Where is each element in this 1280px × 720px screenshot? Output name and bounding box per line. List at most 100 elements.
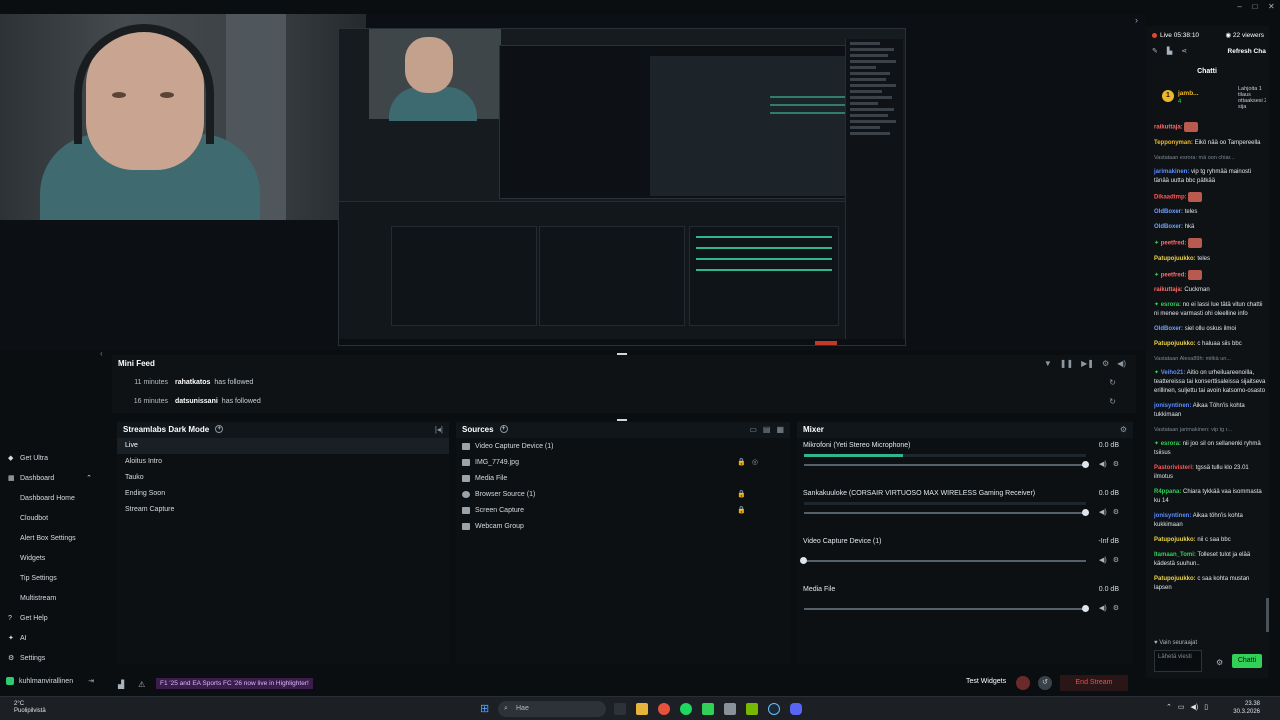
scene-item[interactable]: Tauko xyxy=(117,470,449,486)
chat-username[interactable]: peetfred: xyxy=(1161,241,1187,247)
chat-username[interactable]: Patupojuukko: xyxy=(1154,576,1196,582)
folder-icon[interactable]: ▤ xyxy=(763,425,771,434)
streamlabs-icon[interactable] xyxy=(702,703,714,715)
stream-preview[interactable] xyxy=(0,14,1146,350)
performance-icon[interactable]: ▟ xyxy=(118,680,124,689)
logout-icon[interactable]: ⇥ xyxy=(88,677,94,685)
speaker-icon[interactable]: ◀) xyxy=(1099,604,1107,612)
chat-username[interactable]: jonisyntinen: xyxy=(1154,403,1191,409)
file-explorer-icon[interactable] xyxy=(636,703,648,715)
resize-handle[interactable] xyxy=(617,419,627,421)
source-item[interactable]: Video Capture Device (1) xyxy=(456,438,790,454)
gear-icon[interactable]: ⚙ xyxy=(1113,460,1119,468)
nav-dashboard-home[interactable]: Dashboard Home xyxy=(0,488,100,508)
source-item[interactable]: IMG_7749.jpg 🔒 ◎ xyxy=(456,454,790,470)
chat-send-button[interactable]: Chatti xyxy=(1232,654,1262,668)
chat-username[interactable]: jonisyntinen: xyxy=(1154,513,1191,519)
chat-username[interactable]: OldBoxer: xyxy=(1154,224,1183,230)
filter-icon[interactable]: ▼ xyxy=(1044,359,1052,368)
scroll-thumb[interactable] xyxy=(1266,598,1269,632)
taskbar-search[interactable]: ⌕ Hae xyxy=(498,701,606,717)
mixer-settings-icon[interactable]: ⚙ xyxy=(1120,425,1127,434)
gear-icon[interactable]: ⚙ xyxy=(1113,604,1119,612)
steam-icon[interactable] xyxy=(768,703,780,715)
nav-get-help[interactable]: ? Get Help xyxy=(0,608,100,628)
chevron-up-icon[interactable]: ⌃ xyxy=(1166,703,1172,711)
alert-icon[interactable]: ⚠ xyxy=(138,680,145,689)
nav-dashboard[interactable]: ▦ Dashboard ⌃ xyxy=(0,468,100,488)
chat-username[interactable]: Itamaan_Tomi: xyxy=(1154,552,1196,558)
taskbar-clock[interactable]: 23.38 30.3.2026 xyxy=(1230,700,1260,716)
group-icon[interactable]: ▭ xyxy=(749,425,757,434)
chat-username[interactable]: Pastorivisteri: xyxy=(1154,465,1194,471)
chat-username[interactable]: Tepponyman: xyxy=(1154,140,1193,146)
nvidia-icon[interactable] xyxy=(746,703,758,715)
chat-username[interactable]: Veiho21: xyxy=(1161,370,1186,376)
chat-scrollbar[interactable] xyxy=(1266,28,1269,668)
nav-cloudbot[interactable]: Cloudbot xyxy=(0,508,100,528)
replay-buffer-button[interactable]: ↺ xyxy=(1038,676,1052,690)
chat-username[interactable]: OldBoxer: xyxy=(1154,326,1183,332)
source-item[interactable]: Webcam Group xyxy=(456,518,790,534)
nav-widgets[interactable]: Widgets xyxy=(0,548,100,568)
volume-knob[interactable] xyxy=(1082,509,1089,516)
windows-start-icon[interactable]: ⊞ xyxy=(480,703,492,715)
collapse-left-chevron-icon[interactable]: ‹ xyxy=(100,349,108,359)
skip-icon[interactable]: ▶❚ xyxy=(1081,359,1094,368)
refresh-chat-button[interactable]: Refresh Chat xyxy=(1228,48,1268,55)
chat-username[interactable]: Patupojuukko: xyxy=(1154,256,1196,262)
speaker-icon[interactable]: ◀) xyxy=(1099,556,1107,564)
nav-alert-box-settings[interactable]: Alert Box Settings xyxy=(0,528,100,548)
browser-icon[interactable] xyxy=(658,703,670,715)
speaker-icon[interactable]: ◀) xyxy=(1099,508,1107,516)
chat-settings-icon[interactable]: ⚙ xyxy=(1216,658,1223,667)
source-folder-icon[interactable]: ▦ xyxy=(776,425,784,434)
gear-icon[interactable]: ⚙ xyxy=(1113,508,1119,516)
network-icon[interactable]: ▭ xyxy=(1178,703,1185,711)
volume-knob[interactable] xyxy=(1082,461,1089,468)
volume-knob[interactable] xyxy=(800,557,807,564)
end-stream-button[interactable]: End Stream xyxy=(1060,675,1128,691)
chat-input[interactable]: Lähetä viesti xyxy=(1154,650,1202,672)
edit-icon[interactable]: ✎ xyxy=(1152,47,1158,55)
volume-slider[interactable] xyxy=(800,557,1086,564)
volume-icon[interactable]: ◀) xyxy=(1117,359,1126,368)
volume-knob[interactable] xyxy=(1082,605,1089,612)
spotify-icon[interactable] xyxy=(680,703,692,715)
chat-username[interactable]: esrora: xyxy=(1161,441,1181,447)
hidden-eye-icon[interactable]: ◎ xyxy=(752,458,758,466)
scene-item[interactable]: Stream Capture xyxy=(117,502,449,518)
collapse-chat-chevron-icon[interactable]: › xyxy=(1135,15,1138,25)
chat-username[interactable]: OldBoxer: xyxy=(1154,209,1183,215)
volume-slider[interactable] xyxy=(804,461,1089,468)
nav-settings[interactable]: ⚙ Settings xyxy=(0,648,100,668)
lock-icon[interactable]: 🔒 xyxy=(737,490,746,498)
chat-username[interactable]: jarimakinen: xyxy=(1154,169,1189,175)
speaker-icon[interactable]: ◀) xyxy=(1099,460,1107,468)
record-button[interactable] xyxy=(1016,676,1030,690)
add-source-icon[interactable]: + xyxy=(499,425,508,433)
close-icon[interactable]: ✕ xyxy=(1268,2,1275,12)
scene-item[interactable]: Live xyxy=(117,438,449,454)
battery-icon[interactable]: ▯ xyxy=(1204,703,1208,711)
source-item[interactable]: Media File xyxy=(456,470,790,486)
nav-ai[interactable]: ✦ AI xyxy=(0,628,100,648)
lock-icon[interactable]: 🔒 xyxy=(737,506,746,514)
task-view-icon[interactable] xyxy=(614,703,626,715)
news-banner[interactable]: F1 '25 and EA Sports FC '26 now live in … xyxy=(156,678,313,689)
scene-item[interactable]: Aloitus Intro xyxy=(117,454,449,470)
chat-username[interactable]: Patupojuukko: xyxy=(1154,537,1196,543)
nav-get-ultra[interactable]: ◆ Get Ultra xyxy=(0,448,100,468)
minimize-icon[interactable]: – xyxy=(1237,2,1241,12)
popout-icon[interactable]: ▙ xyxy=(1167,47,1172,55)
volume-slider[interactable] xyxy=(804,509,1089,516)
source-item[interactable]: Screen Capture 🔒 xyxy=(456,502,790,518)
chat-username[interactable]: Dikaadtmp: xyxy=(1154,194,1187,200)
weather-widget[interactable]: 2°C Puolipilvistä xyxy=(14,701,46,715)
chat-username[interactable]: raikuttaja: xyxy=(1154,287,1183,293)
chat-username[interactable]: R4ppana: xyxy=(1154,489,1181,495)
discord-icon[interactable] xyxy=(790,703,802,715)
speaker-icon[interactable]: ◀) xyxy=(1191,703,1199,711)
lock-icon[interactable]: 🔒 xyxy=(737,458,746,466)
volume-slider[interactable] xyxy=(804,605,1089,612)
